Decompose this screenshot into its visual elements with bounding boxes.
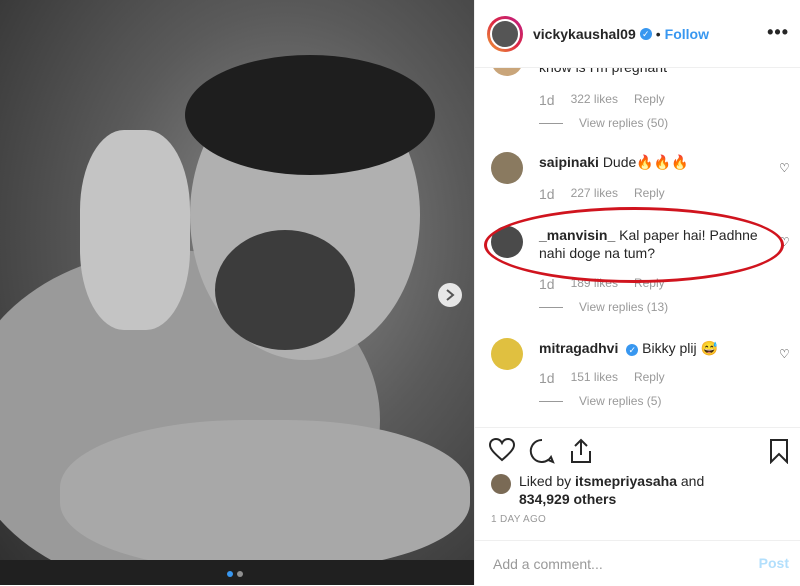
view-replies[interactable]: View replies (13) (539, 300, 668, 314)
like-comment-icon[interactable]: ♡ (779, 161, 791, 175)
likes-count[interactable]: 834,929 others (519, 491, 616, 507)
reply-button[interactable]: Reply (634, 92, 665, 108)
more-options-icon[interactable]: ••• (767, 22, 789, 43)
comment-meta: 1d 322 likes Reply (539, 92, 665, 108)
comment-body: mitragadhvi ✓ Bikky plij 😅 (539, 339, 759, 357)
next-image-button[interactable] (438, 283, 462, 307)
comment-likes[interactable]: 322 likes (571, 92, 618, 108)
comment-username[interactable]: _manvisin_ (539, 227, 615, 243)
chevron-right-icon (446, 289, 455, 301)
heart-icon[interactable] (489, 438, 515, 462)
carousel-dots (227, 571, 243, 577)
comment-age: 1d (539, 186, 555, 202)
reply-button[interactable]: Reply (634, 186, 665, 202)
commenter-avatar[interactable] (491, 152, 523, 184)
comment-age: 1d (539, 276, 555, 292)
comment-likes[interactable]: 227 likes (571, 186, 618, 202)
post-photo (0, 0, 474, 585)
liker-avatar[interactable] (491, 474, 511, 494)
post-actions (475, 427, 800, 478)
verified-badge-icon: ✓ (639, 27, 652, 40)
view-replies-label[interactable]: View replies (5) (579, 394, 661, 408)
liked-by-and: and (680, 473, 705, 489)
header-separator: • (655, 25, 661, 42)
comment-input[interactable] (491, 555, 735, 573)
reply-button[interactable]: Reply (634, 276, 665, 292)
reply-button[interactable]: Reply (634, 370, 665, 386)
likes-summary: Liked by itsmepriyasaha and 834,929 othe… (491, 472, 739, 508)
comment-age: 1d (539, 92, 555, 108)
post-header: vickykaushal09 ✓ • Follow ••• (475, 0, 800, 68)
author-avatar[interactable] (487, 15, 523, 52)
comment-text: know is I'm pregnant (539, 68, 759, 76)
like-comment-icon[interactable]: ♡ (779, 347, 791, 361)
comment-meta: 1d 151 likes Reply (539, 370, 665, 386)
comment-body: saipinaki Dude🔥🔥🔥 (539, 153, 759, 171)
commenter-avatar[interactable] (491, 226, 523, 258)
commenter-avatar[interactable] (491, 338, 523, 370)
follow-button[interactable]: Follow (665, 26, 709, 42)
comment-likes[interactable]: 151 likes (571, 370, 618, 386)
comment-text: Bikky plij 😅 (642, 340, 718, 356)
post-comment-button[interactable]: Post (759, 555, 789, 571)
comment-text: Dude🔥🔥🔥 (602, 154, 689, 170)
like-comment-icon[interactable]: ♡ (779, 235, 791, 249)
comment-likes[interactable]: 189 likes (571, 276, 618, 292)
comment-username[interactable]: saipinaki (539, 154, 599, 170)
commenter-avatar[interactable] (491, 68, 523, 76)
comment-username[interactable]: mitragadhvi (539, 340, 618, 356)
liked-by-user[interactable]: itsmepriyasaha (575, 473, 677, 489)
carousel-dot (237, 571, 243, 577)
bookmark-icon[interactable] (769, 438, 789, 464)
author-username[interactable]: vickykaushal09 (533, 26, 636, 42)
view-replies[interactable]: View replies (50) (539, 116, 668, 130)
comments-list[interactable]: know is I'm pregnant 1d 322 likes Reply … (475, 68, 800, 426)
view-replies[interactable]: View replies (5) (539, 394, 661, 408)
comment-icon[interactable] (529, 438, 555, 464)
add-comment-bar: Post (475, 540, 800, 586)
comment-age: 1d (539, 370, 555, 386)
share-icon[interactable] (569, 438, 593, 464)
post-date[interactable]: 1 DAY AGO (491, 514, 546, 525)
view-replies-label[interactable]: View replies (50) (579, 116, 668, 130)
verified-badge-icon: ✓ (626, 344, 639, 356)
liked-by-prefix: Liked by (519, 473, 572, 489)
comment-meta: 1d 227 likes Reply (539, 186, 665, 202)
carousel-dot-active (227, 571, 233, 577)
comment-meta: 1d 189 likes Reply (539, 276, 665, 292)
comment-body: _manvisin_ Kal paper hai! Padhne nahi do… (539, 226, 759, 262)
view-replies-label[interactable]: View replies (13) (579, 300, 668, 314)
post-side-panel: vickykaushal09 ✓ • Follow ••• know is I'… (474, 0, 800, 585)
